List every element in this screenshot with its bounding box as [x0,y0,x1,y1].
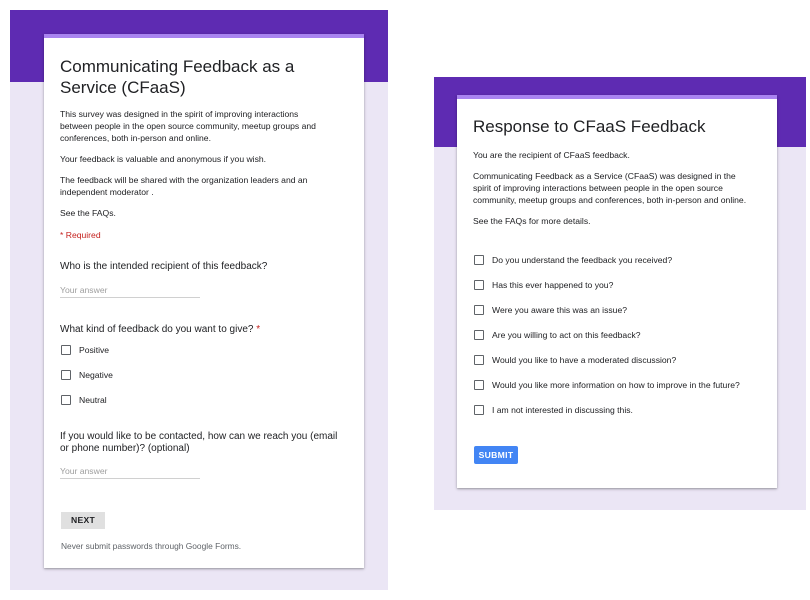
description-line1: This survey was designed in the spirit o… [60,109,299,119]
required-label: * Required [60,230,101,240]
next-button[interactable]: NEXT [61,512,105,529]
right-faq-note: See the FAQs for more details. [473,216,591,226]
happened-checkbox[interactable] [474,280,484,290]
required-marker: * [256,324,261,335]
neutral-label: Neutral [79,395,107,405]
right-description-line3: community, meetup groups and conferences… [473,195,747,205]
contact-answer-input[interactable]: Your answer [60,466,200,479]
question-contact-line2: or phone number)? (optional) [60,443,190,454]
option-moderated[interactable]: Would you like to have a moderated discu… [474,355,676,365]
form-title-line2: Service (CFaaS) [60,78,186,97]
option-aware[interactable]: Were you aware this was an issue? [474,305,627,315]
understand-label: Do you understand the feedback you recei… [492,255,673,265]
right-description-line2: spirit of improving interactions between… [473,183,723,193]
question-feedback-kind-label: What kind of feedback do you want to giv… [60,323,260,336]
option-not-interested[interactable]: I am not interested in discussing this. [474,405,633,415]
recipient-note: You are the recipient of CFaaS feedback. [473,150,630,160]
submit-button[interactable]: SUBMIT [474,446,518,464]
option-negative[interactable]: Negative [61,370,113,380]
footer-note: Never submit passwords through Google Fo… [61,541,242,551]
negative-checkbox[interactable] [61,370,71,380]
option-willing[interactable]: Are you willing to act on this feedback? [474,330,641,340]
option-understand[interactable]: Do you understand the feedback you recei… [474,255,672,265]
willing-label: Are you willing to act on this feedback? [492,330,641,340]
understand-checkbox[interactable] [474,255,484,265]
response-title: Response to CFaaS Feedback [473,117,706,136]
moderated-checkbox[interactable] [474,355,484,365]
description-line3: conferences, both in-person and online. [60,133,211,143]
feedback-kind-label-text: What kind of feedback do you want to giv… [60,324,254,335]
anonymous-note: Your feedback is valuable and anonymous … [60,154,267,164]
aware-checkbox[interactable] [474,305,484,315]
form-title-line1: Communicating Feedback as a [60,57,295,76]
right-description-line1: Communicating Feedback as a Service (CFa… [473,171,736,181]
positive-checkbox[interactable] [61,345,71,355]
left-card-accent [44,34,364,38]
question-recipient-label: Who is the intended recipient of this fe… [60,261,268,272]
right-card-accent [457,95,777,99]
right-form-card: Response to CFaaS Feedback You are the r… [457,95,777,488]
moderated-label: Would you like to have a moderated discu… [492,355,677,365]
willing-checkbox[interactable] [474,330,484,340]
happened-label: Has this ever happened to you? [492,280,614,290]
left-form-card: Communicating Feedback as a Service (CFa… [44,34,364,568]
option-positive[interactable]: Positive [61,345,109,355]
description-line2: between people in the open source commun… [60,121,316,131]
aware-label: Were you aware this was an issue? [492,305,628,315]
not-interested-checkbox[interactable] [474,405,484,415]
more-info-checkbox[interactable] [474,380,484,390]
shared-note-line1: The feedback will be shared with the org… [60,175,308,185]
recipient-answer-input[interactable]: Your answer [60,285,200,298]
negative-label: Negative [79,370,113,380]
positive-label: Positive [79,345,110,355]
faq-note: See the FAQs. [60,208,116,218]
not-interested-label: I am not interested in discussing this. [492,405,633,415]
option-more-info[interactable]: Would you like more information on how t… [474,380,740,390]
option-neutral[interactable]: Neutral [61,395,107,405]
option-happened[interactable]: Has this ever happened to you? [474,280,613,290]
neutral-checkbox[interactable] [61,395,71,405]
shared-note-line2: independent moderator . [60,187,154,197]
more-info-label: Would you like more information on how t… [492,380,740,390]
